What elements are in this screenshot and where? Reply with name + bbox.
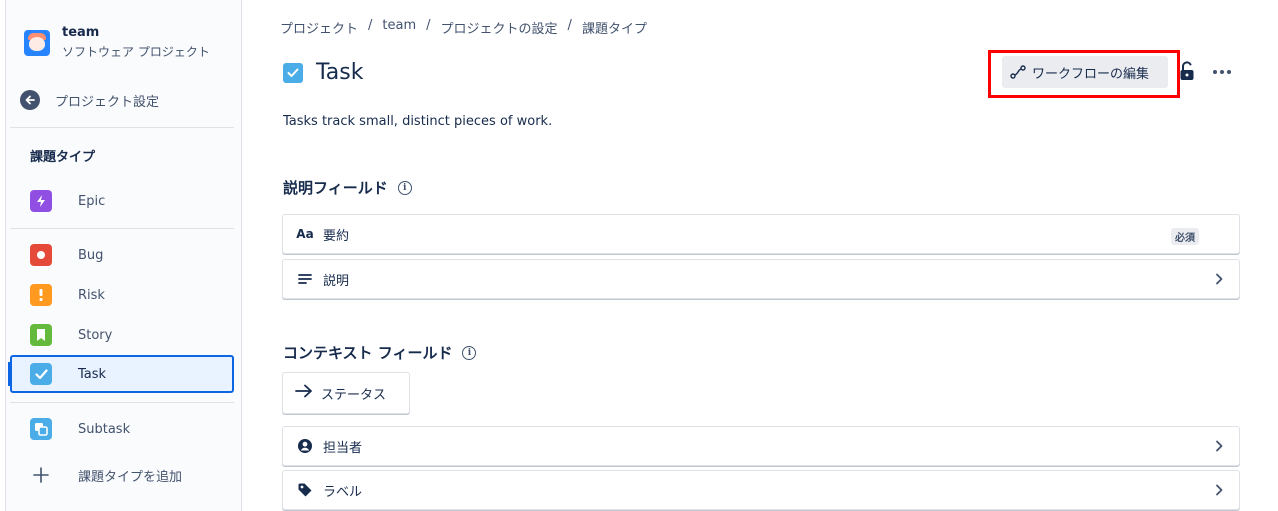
tag-icon bbox=[295, 482, 315, 498]
user-icon bbox=[295, 438, 315, 454]
section-title: 説明フィールド bbox=[283, 179, 388, 197]
sidebar-item-label: Risk bbox=[78, 287, 105, 303]
sidebar: team ソフトウェア プロジェクト プロジェクト設定 課題タイプ Epic B… bbox=[0, 0, 242, 511]
chevron-right-icon[interactable] bbox=[1211, 438, 1227, 458]
bug-icon bbox=[30, 244, 52, 266]
project-name: team bbox=[62, 25, 100, 40]
section-title: コンテキスト フィールド bbox=[283, 344, 453, 362]
sidebar-item-story[interactable]: Story bbox=[10, 316, 234, 354]
divider bbox=[10, 228, 234, 229]
project-type: ソフトウェア プロジェクト bbox=[62, 45, 210, 59]
more-options-icon[interactable] bbox=[1213, 70, 1231, 74]
sidebar-item-bug[interactable]: Bug bbox=[10, 236, 234, 274]
info-icon[interactable]: i bbox=[462, 345, 477, 360]
story-icon bbox=[30, 324, 52, 346]
back-label: プロジェクト設定 bbox=[55, 94, 160, 110]
project-avatar bbox=[24, 30, 50, 56]
issue-types-heading: 課題タイプ bbox=[30, 150, 96, 165]
text-icon: Aa bbox=[296, 227, 314, 241]
field-label: ステータス bbox=[321, 387, 387, 403]
add-issue-type-button[interactable]: 課題タイプを追加 bbox=[10, 456, 234, 494]
breadcrumb-separator: / bbox=[567, 18, 572, 33]
breadcrumb-item[interactable]: 課題タイプ bbox=[582, 18, 647, 37]
field-label: 説明 bbox=[323, 273, 350, 289]
divider bbox=[10, 402, 234, 403]
sidebar-item-task[interactable]: Task bbox=[10, 355, 234, 393]
task-icon[interactable] bbox=[283, 62, 303, 83]
chevron-right-icon[interactable] bbox=[1211, 271, 1227, 291]
field-label: 要約 bbox=[323, 228, 350, 244]
field-label: 担当者 bbox=[323, 440, 363, 456]
page-title[interactable]: Task bbox=[316, 60, 363, 85]
subtask-icon bbox=[30, 418, 52, 440]
sidebar-rail bbox=[0, 0, 6, 511]
lines-icon bbox=[295, 273, 315, 285]
field-assignee[interactable]: 担当者 bbox=[282, 426, 1240, 466]
sidebar-item-label: Subtask bbox=[78, 421, 131, 437]
lightning-icon bbox=[30, 190, 52, 212]
field-status[interactable]: ステータス bbox=[282, 372, 410, 414]
arrow-right-icon bbox=[295, 384, 313, 402]
edit-workflow-button[interactable]: ワークフローの編集 bbox=[1002, 56, 1168, 88]
sidebar-item-label: Bug bbox=[78, 247, 104, 263]
breadcrumb-item[interactable]: team bbox=[382, 18, 416, 37]
plus-icon bbox=[30, 464, 52, 486]
description-fields-heading: 説明フィールド i bbox=[283, 177, 412, 198]
sidebar-item-risk[interactable]: Risk bbox=[10, 276, 234, 314]
info-icon[interactable]: i bbox=[397, 180, 412, 195]
back-arrow-icon bbox=[20, 90, 40, 110]
project-header[interactable]: team ソフトウェア プロジェクト bbox=[24, 26, 210, 59]
add-issue-type-label: 課題タイプを追加 bbox=[78, 469, 183, 485]
issue-type-description[interactable]: Tasks track small, distinct pieces of wo… bbox=[283, 114, 552, 129]
sidebar-item-label: Story bbox=[78, 327, 113, 343]
workflow-icon bbox=[1010, 65, 1026, 79]
title-row: Task bbox=[283, 60, 363, 85]
breadcrumb-separator: / bbox=[368, 18, 373, 33]
sidebar-item-subtask[interactable]: Subtask bbox=[10, 410, 234, 448]
sidebar-item-label: Epic bbox=[78, 193, 106, 209]
task-icon bbox=[30, 363, 52, 385]
risk-icon bbox=[30, 284, 52, 306]
field-summary[interactable]: Aa 要約 必須 bbox=[282, 214, 1240, 254]
back-to-project-settings[interactable]: プロジェクト設定 bbox=[20, 90, 159, 110]
breadcrumb-item[interactable]: プロジェクト bbox=[280, 18, 358, 37]
breadcrumb: プロジェクト / team / プロジェクトの設定 / 課題タイプ bbox=[280, 18, 647, 37]
breadcrumb-separator: / bbox=[426, 18, 431, 33]
edit-workflow-label: ワークフローの編集 bbox=[1032, 66, 1150, 82]
divider bbox=[10, 127, 234, 128]
context-fields-heading: コンテキスト フィールド i bbox=[283, 342, 477, 363]
sidebar-item-epic[interactable]: Epic bbox=[10, 182, 234, 220]
chevron-right-icon[interactable] bbox=[1211, 482, 1227, 502]
required-badge: 必須 bbox=[1171, 228, 1199, 245]
field-description[interactable]: 説明 bbox=[282, 259, 1240, 299]
unlock-icon[interactable] bbox=[1179, 61, 1195, 85]
field-labels[interactable]: ラベル bbox=[282, 470, 1240, 510]
sidebar-item-label: Task bbox=[78, 366, 107, 382]
field-label: ラベル bbox=[323, 484, 363, 500]
breadcrumb-item[interactable]: プロジェクトの設定 bbox=[441, 18, 558, 37]
